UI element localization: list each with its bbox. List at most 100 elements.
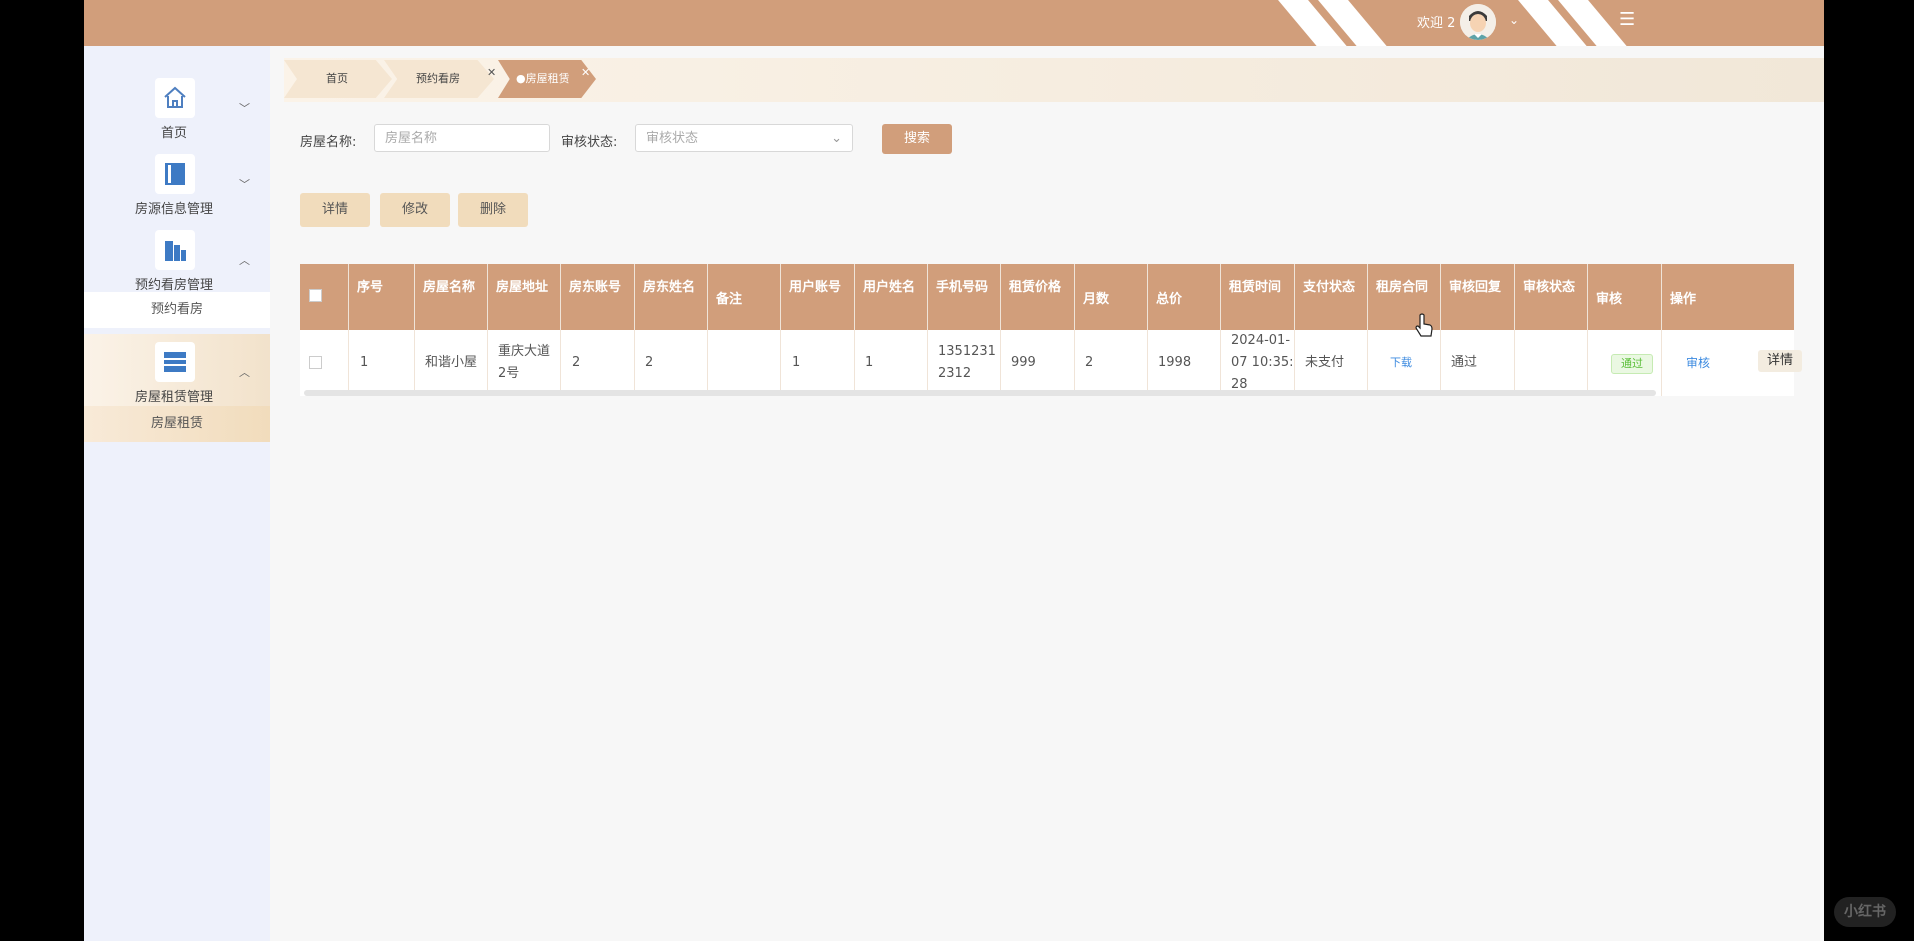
home-icon [155, 78, 195, 118]
column-header: 房东姓名 [643, 280, 696, 295]
row-detail-button[interactable]: 详情 [1758, 350, 1802, 372]
contract-download-link[interactable]: 下载 [1390, 352, 1412, 374]
status-badge: 通过 [1611, 354, 1653, 374]
tab-rental[interactable]: ●房屋租赁 [492, 60, 570, 98]
column-divider [780, 264, 781, 396]
sidebar-item-home[interactable]: 首页 ﹀ [84, 70, 270, 146]
sidebar-subitem-rental[interactable]: 房屋租赁 [84, 406, 270, 442]
chevron-down-icon: ﹀ [239, 102, 250, 115]
sidebar-item-label: 预约看房管理 [134, 278, 213, 293]
column-divider [1294, 264, 1295, 396]
cell-time-line2: 07 10:35: [1231, 355, 1294, 370]
audit-link[interactable]: 审核 [1686, 352, 1710, 374]
chevron-down-icon: ⌄ [831, 131, 842, 146]
delete-button[interactable]: 删除 [458, 193, 528, 227]
app-window: 欢迎 2 ⌄ ☰ 首页 ﹀ 房源信息管理 ﹀ 预约看房管理 ︿ 预约看房 房屋租… [84, 0, 1824, 941]
cell-pay-status: 未支付 [1305, 355, 1345, 370]
column-divider [1220, 264, 1221, 396]
column-header: 操作 [1670, 292, 1697, 307]
cell-index: 1 [360, 355, 369, 370]
table-header: 序号 房屋名称 房屋地址 房东账号 房东姓名 备注 用户账号 用户姓名 手机号码… [300, 264, 1794, 330]
cell-time-line1: 2024-01- [1231, 333, 1291, 348]
chevron-down-icon: ﹀ [239, 178, 250, 191]
column-header: 备注 [716, 292, 743, 307]
divider [270, 46, 284, 941]
avatar-icon [1460, 4, 1496, 40]
cell-address-line2: 2号 [498, 366, 520, 381]
column-divider [1074, 264, 1075, 396]
column-divider [414, 264, 415, 396]
column-header: 房屋地址 [496, 280, 549, 295]
cell-address-line1: 重庆大道 [498, 344, 551, 359]
column-divider [634, 264, 635, 396]
close-icon[interactable]: ✕ [581, 66, 590, 79]
column-divider [854, 264, 855, 396]
status-label: 审核状态: [561, 135, 618, 150]
column-divider [487, 264, 488, 396]
row-checkbox[interactable] [309, 356, 322, 369]
tab-viewing[interactable]: 预约看房 [392, 60, 460, 98]
column-header: 审核状态 [1523, 280, 1576, 295]
column-header: 序号 [357, 280, 384, 295]
column-divider [348, 264, 349, 396]
column-divider [927, 264, 928, 396]
column-header: 月数 [1083, 292, 1110, 307]
house-name-input[interactable]: 房屋名称 [374, 124, 550, 152]
edit-button[interactable]: 修改 [380, 193, 450, 227]
column-header: 支付状态 [1303, 280, 1356, 295]
detail-button[interactable]: 详情 [300, 193, 370, 227]
column-divider [560, 264, 561, 396]
status-select-placeholder: 审核状态 [646, 131, 699, 146]
sidebar-item-label: 首页 [160, 126, 187, 141]
status-select[interactable]: 审核状态 ⌄ [635, 124, 853, 152]
column-header: 租房合同 [1376, 280, 1429, 295]
horizontal-scrollbar[interactable] [304, 390, 1656, 396]
tab-home[interactable]: 首页 [302, 60, 348, 98]
list-icon [155, 342, 195, 382]
column-divider [1000, 264, 1001, 396]
house-name-label: 房屋名称: [300, 135, 357, 150]
breadcrumb: 首页 预约看房 ✕ ●房屋租赁 ✕ [284, 58, 1824, 102]
column-header: 总价 [1156, 292, 1183, 307]
book-icon [155, 154, 195, 194]
sidebar: 首页 ﹀ 房源信息管理 ﹀ 预约看房管理 ︿ 预约看房 房屋租赁管理 ︿ 房屋租… [84, 46, 270, 941]
avatar[interactable] [1460, 4, 1496, 40]
cell-user-name: 1 [865, 355, 874, 370]
column-divider [1661, 264, 1662, 396]
watermark: 小红书 [1834, 897, 1896, 927]
sidebar-subitem-viewing[interactable]: 预约看房 [84, 292, 270, 328]
sidebar-item-label: 房源信息管理 [134, 202, 213, 217]
column-divider [1440, 264, 1441, 396]
column-header: 房东账号 [569, 280, 622, 295]
cell-landlord-name: 2 [645, 355, 654, 370]
column-header: 租赁价格 [1009, 280, 1062, 295]
cell-months: 2 [1085, 355, 1094, 370]
column-divider [1367, 264, 1368, 396]
column-divider [1587, 264, 1588, 396]
chevron-up-icon: ︿ [239, 366, 250, 379]
search-button[interactable]: 搜索 [882, 124, 952, 154]
cell-phone-line1: 1351231 [938, 344, 996, 359]
sidebar-item-rental[interactable]: 房屋租赁管理 ︿ [84, 334, 270, 416]
chevron-down-icon[interactable]: ⌄ [1509, 13, 1519, 27]
sidebar-item-label: 房屋租赁管理 [134, 390, 213, 405]
rental-table: 序号 房屋名称 房屋地址 房东账号 房东姓名 备注 用户账号 用户姓名 手机号码… [300, 264, 1802, 396]
column-divider [1514, 264, 1515, 396]
column-divider [707, 264, 708, 396]
cell-phone-line2: 2312 [938, 366, 972, 381]
sidebar-item-viewing[interactable]: 预约看房管理 ︿ [84, 222, 270, 298]
column-header: 房屋名称 [423, 280, 476, 295]
cell-total: 1998 [1158, 355, 1192, 370]
chevron-up-icon: ︿ [239, 254, 250, 267]
sidebar-item-house-info[interactable]: 房源信息管理 ﹀ [84, 146, 270, 222]
welcome-text: 欢迎 2 [1417, 16, 1456, 31]
column-header: 手机号码 [936, 280, 989, 295]
building-icon [155, 230, 195, 270]
menu-icon[interactable]: ☰ [1619, 9, 1635, 30]
column-header: 审核回复 [1449, 280, 1502, 295]
cell-reply: 通过 [1451, 355, 1478, 370]
cell-house-name: 和谐小屋 [425, 355, 478, 370]
cell-price: 999 [1011, 355, 1036, 370]
select-all-checkbox[interactable] [309, 289, 322, 302]
cell-landlord-account: 2 [572, 355, 581, 370]
